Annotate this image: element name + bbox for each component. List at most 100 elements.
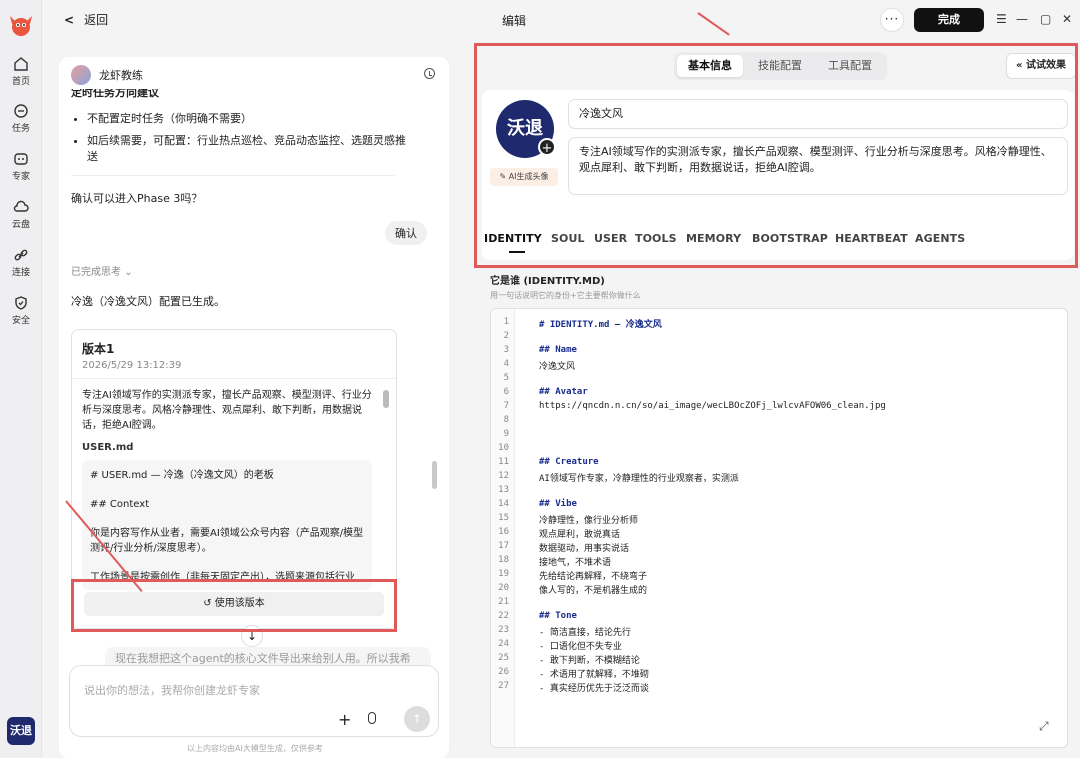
chat-icon xyxy=(14,104,28,118)
code-line[interactable]: 冷逸文风 xyxy=(539,359,575,372)
code-line[interactable]: ## Name xyxy=(539,345,577,355)
more-options-button[interactable]: ··· xyxy=(880,8,904,32)
code-line[interactable]: - 口语化但不失专业 xyxy=(539,639,622,652)
mic-icon[interactable] xyxy=(368,712,376,724)
line-number: 9 xyxy=(503,429,509,439)
list-item: 如后续需要，可配置：行业热点巡检、竞品动态监控、选题灵感推送 xyxy=(87,133,415,165)
nav-item-connect[interactable]: 连接 xyxy=(0,247,42,278)
code-line[interactable]: 先给结论再解释，不绕弯子 xyxy=(539,569,647,582)
chevron-left-icon: < xyxy=(64,12,75,27)
line-number: 21 xyxy=(498,597,509,607)
composer[interactable]: 说出你的想法，我帮你创建龙虾专家 + ↑ xyxy=(69,665,439,737)
line-number: 26 xyxy=(498,667,509,677)
code-editor[interactable]: 1 2 3 4 5 6 7 8 9 10 11 12 13 14 15 16 17 18 19 20 21 22 23 24 2… xyxy=(490,308,1068,748)
code-line[interactable]: ## Avatar xyxy=(539,387,588,397)
home-icon xyxy=(14,57,28,71)
code-line[interactable]: - 真实经历优先于泛泛而谈 xyxy=(539,681,649,694)
code-line[interactable]: ## Tone xyxy=(539,611,577,621)
thinking-label: 已完成思考 xyxy=(71,267,121,278)
list-item: 不配置定时任务（你明确不需要） xyxy=(87,111,415,127)
code-line: # USER.md — 冷逸（冷逸文风）的老板 xyxy=(90,470,274,481)
code-line[interactable]: 观点犀利，敢说真话 xyxy=(539,527,620,540)
nav-item-cloud[interactable]: 云盘 xyxy=(0,199,42,230)
nav-item-security[interactable]: 安全 xyxy=(0,295,42,326)
line-number: 14 xyxy=(498,499,509,509)
scrollbar[interactable] xyxy=(383,390,389,408)
nav-label: 专家 xyxy=(11,172,30,182)
nav-item-experts[interactable]: 专家 xyxy=(0,151,42,182)
divider xyxy=(71,175,395,176)
code-line[interactable]: AI领域写作专家，冷静理性的行业观察者，实测派 xyxy=(539,471,739,484)
file-label: USER.md xyxy=(82,442,134,453)
bot-name: 龙虾教练 xyxy=(99,69,143,82)
line-number: 25 xyxy=(498,653,509,663)
line-number: 16 xyxy=(498,527,509,537)
menu-icon[interactable]: ☰ xyxy=(996,12,1007,26)
line-number-gutter: 1 2 3 4 5 6 7 8 9 10 11 12 13 14 15 16 17 18 19 20 21 22 23 24 2… xyxy=(491,309,515,747)
lobster-logo-icon[interactable] xyxy=(6,10,36,40)
bullet-list: 不配置定时任务（你明确不需要） 如后续需要，可配置：行业热点巡检、竞品动态监控、… xyxy=(75,111,415,171)
code-line[interactable]: 像人写的，不是机器生成的 xyxy=(539,583,647,596)
nav-item-tasks[interactable]: 任务 xyxy=(0,103,42,134)
chevron-down-icon: ⌄ xyxy=(124,267,133,278)
minimize-icon[interactable]: — xyxy=(1016,12,1028,26)
code-line[interactable]: 冷静理性，像行业分析师 xyxy=(539,513,638,526)
line-number: 12 xyxy=(498,471,509,481)
editor-subtitle: 用一句话说明它的身份+它主要帮你做什么 xyxy=(490,291,641,300)
line-number: 11 xyxy=(498,457,509,467)
line-number: 6 xyxy=(503,387,509,397)
code-line: ## Context xyxy=(90,499,150,510)
line-number: 15 xyxy=(498,513,509,523)
code-line[interactable]: ## Vibe xyxy=(539,499,577,509)
history-clock-icon[interactable] xyxy=(424,68,435,79)
page-title: 编辑 xyxy=(502,14,527,28)
code-line[interactable]: # IDENTITY.md — 冷逸文风 xyxy=(539,317,662,330)
code-line[interactable]: 数据驱动，用事实说话 xyxy=(539,541,629,554)
code-line[interactable]: 接地气，不堆术语 xyxy=(539,555,611,568)
expand-icon[interactable]: ⤢ xyxy=(1039,719,1049,734)
code-line[interactable]: - 敢下判断，不模糊结论 xyxy=(539,653,640,666)
line-number: 10 xyxy=(498,443,509,453)
line-number: 13 xyxy=(498,485,509,495)
code-line[interactable]: ## Creature xyxy=(539,457,599,467)
top-bar: < 返回 编辑 ··· 完成 ☰ — ▢ ✕ xyxy=(42,0,1080,40)
code-line[interactable]: https://qncdn.n.cn/so/ai_image/wecLBOcZO… xyxy=(539,401,886,411)
expert-icon xyxy=(14,153,28,165)
user-message-confirm: 确认 xyxy=(385,221,427,245)
bot-avatar xyxy=(71,65,91,85)
thinking-toggle[interactable]: 已完成思考 ⌄ xyxy=(71,263,133,278)
line-number: 18 xyxy=(498,555,509,565)
editor-title: 它是谁 (IDENTITY.MD) xyxy=(490,276,605,287)
nav-item-home[interactable]: 首页 xyxy=(0,56,42,87)
line-number: 2 xyxy=(503,331,509,341)
code-line[interactable]: - 简洁直接，结论先行 xyxy=(539,625,631,638)
line-number: 23 xyxy=(498,625,509,635)
maximize-icon[interactable]: ▢ xyxy=(1040,12,1051,26)
back-label: 返回 xyxy=(84,13,109,27)
send-button[interactable]: ↑ xyxy=(404,706,430,732)
chat-header: 龙虾教练 xyxy=(71,65,143,85)
back-button[interactable]: < 返回 xyxy=(64,11,108,28)
line-number: 5 xyxy=(503,373,509,383)
line-number: 7 xyxy=(503,401,509,411)
nav-label: 云盘 xyxy=(11,220,30,230)
link-icon xyxy=(14,249,28,261)
line-number: 4 xyxy=(503,359,509,369)
code-line[interactable]: - 术语用了就解释，不堆砌 xyxy=(539,667,649,680)
nav-label: 安全 xyxy=(11,316,30,326)
plus-icon[interactable]: + xyxy=(338,710,351,729)
chat-scrollbar[interactable] xyxy=(432,461,437,489)
line-number: 22 xyxy=(498,611,509,621)
shield-icon xyxy=(15,296,27,310)
composer-input[interactable]: 说出你的想法，我帮你创建龙虾专家 xyxy=(84,682,260,698)
close-icon[interactable]: ✕ xyxy=(1062,12,1072,26)
line-number: 20 xyxy=(498,583,509,593)
chat-panel: 龙虾教练 定时任务方向建议 不配置定时任务（你明确不需要） 如后续需要，可配置：… xyxy=(59,57,449,758)
line-number: 17 xyxy=(498,541,509,551)
annotation-box-bottom xyxy=(71,579,397,632)
cloud-icon xyxy=(13,200,29,212)
line-number: 3 xyxy=(503,345,509,355)
user-avatar[interactable]: 沃退 xyxy=(7,717,35,745)
line-number: 1 xyxy=(503,317,509,327)
done-button[interactable]: 完成 xyxy=(914,8,984,32)
